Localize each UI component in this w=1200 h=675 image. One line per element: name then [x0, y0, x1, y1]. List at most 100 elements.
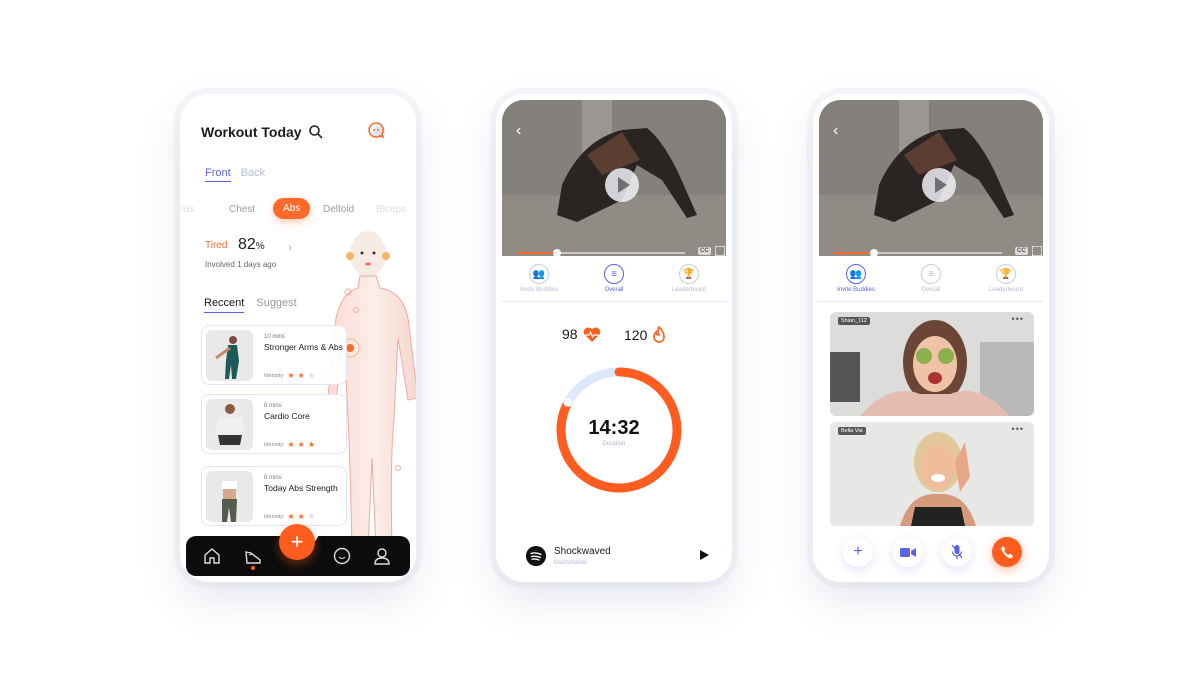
seek-handle[interactable] — [553, 249, 562, 256]
workout-duration: 10 mins — [264, 334, 286, 340]
video-tabs: 👥 Invite Buddies ≡ Overall 🏆 Leaderboard — [502, 260, 726, 302]
workout-card[interactable]: 8 mins Cardio Core Idensity: ★ ★ ★ — [201, 394, 347, 454]
back-button[interactable]: ‹ — [516, 122, 521, 140]
captions-button[interactable]: CC — [698, 247, 711, 255]
tab-back[interactable]: Back — [241, 167, 265, 182]
profile-icon[interactable] — [372, 546, 392, 566]
video-toggle-button[interactable] — [893, 537, 923, 567]
workout-thumbnail — [206, 330, 253, 381]
muscle-trapezius[interactable]: zius — [180, 204, 194, 215]
add-workout-button[interactable]: + — [279, 524, 315, 560]
sneaker-icon[interactable] — [243, 546, 263, 566]
star-icon: ★ — [287, 512, 295, 521]
chat-icon[interactable] — [366, 121, 386, 141]
intensity-rating: Idensity: ★ ★ ★ — [264, 371, 315, 380]
intensity-rating: Idensity: ★ ★ ★ — [264, 440, 315, 449]
smile-icon[interactable] — [332, 546, 352, 566]
captions-button[interactable]: CC — [1015, 247, 1028, 255]
workout-video[interactable]: ‹ CC — [502, 100, 726, 256]
mic-off-icon — [951, 544, 963, 559]
participant-video[interactable]: Bella Via ••• — [830, 422, 1034, 526]
list-icon: ≡ — [604, 264, 624, 284]
involved-text: Involved 1 days ago — [205, 260, 277, 269]
video-seekbar[interactable] — [517, 249, 685, 256]
participant-name: Shian_112 — [838, 317, 870, 325]
end-call-icon — [1001, 546, 1013, 559]
participant-name: Bella Via — [838, 427, 866, 435]
music-player: Shockwaved Mashmallow — [526, 544, 716, 568]
mute-button[interactable] — [942, 537, 972, 567]
chevron-right-icon[interactable]: › — [288, 240, 292, 254]
workout-duration: 8 mins — [264, 475, 282, 481]
trophy-icon: 🏆 — [996, 264, 1016, 284]
tab-front[interactable]: Front — [205, 167, 231, 182]
participant-feed — [830, 312, 1034, 416]
duration-value: 14:32 — [588, 417, 640, 439]
muscle-abs[interactable]: Abs — [273, 198, 311, 219]
workout-card[interactable]: 10 mins Stronger Arms & Abs Idensity: ★ ★ ★ — [201, 325, 347, 385]
end-call-button[interactable] — [992, 537, 1022, 567]
star-icon: ★ — [297, 440, 305, 449]
more-options-icon[interactable]: ••• — [1012, 424, 1024, 434]
tab-invite-buddies[interactable]: 👥 Invite Buddies — [504, 264, 574, 293]
play-button[interactable] — [605, 168, 639, 202]
workout-video[interactable]: ‹ CC — [819, 100, 1043, 256]
active-indicator — [251, 566, 255, 570]
calories: 120 — [624, 326, 666, 343]
star-icon: ★ — [297, 512, 305, 521]
home-icon[interactable] — [202, 546, 222, 566]
workout-title: Cardio Core — [264, 411, 310, 421]
muscle-biceps[interactable]: Biceps — [376, 204, 406, 215]
video-seekbar[interactable] — [834, 249, 1002, 256]
add-participant-button[interactable]: + — [843, 537, 873, 567]
tab-suggest[interactable]: Suggest — [256, 297, 296, 313]
tab-leaderboard[interactable]: 🏆 Leaderboard — [654, 264, 724, 293]
star-icon: ★ — [307, 512, 315, 521]
duration-handle[interactable] — [563, 397, 574, 408]
workout-thumbnail — [206, 399, 253, 450]
track-title: Shockwaved — [554, 546, 611, 557]
list-icon: ≡ — [921, 264, 941, 284]
tab-leaderboard[interactable]: 🏆 Leaderboard — [971, 264, 1041, 293]
participant-video[interactable]: Shian_112 ••• — [830, 312, 1034, 416]
video-tabs: 👥 Invite Buddies ≡ Overall 🏆 Leaderboard — [819, 260, 1043, 302]
star-icon: ★ — [307, 371, 315, 380]
fatigue-label: Tired — [205, 240, 228, 251]
workout-title: Stronger Arms & Abs — [264, 342, 343, 352]
play-button[interactable] — [922, 168, 956, 202]
buddies-screen: ‹ CC 👥 Invite Buddies ≡ Overall 🏆 Leaderboa… — [813, 94, 1049, 582]
track-artist: Mashmallow — [554, 560, 588, 566]
tab-invite-buddies[interactable]: 👥 Invite Buddies — [821, 264, 891, 293]
trophy-icon: 🏆 — [679, 264, 699, 284]
star-icon: ★ — [307, 440, 315, 449]
muscle-deltoid[interactable]: Deltoid — [323, 204, 354, 215]
duration-label: Duration — [602, 441, 626, 447]
star-icon: ★ — [287, 440, 295, 449]
tab-overall[interactable]: ≡ Overall — [896, 264, 966, 293]
back-button[interactable]: ‹ — [833, 122, 838, 140]
tab-overall[interactable]: ≡ Overall — [579, 264, 649, 293]
workout-title: Today Abs Strength — [264, 483, 338, 493]
tab-recent[interactable]: Reccent — [204, 297, 245, 313]
muscle-chest[interactable]: Chest — [229, 204, 255, 215]
flame-icon — [653, 326, 666, 343]
workout-screen: Workout Today Front Back zius Chest Abs … — [180, 94, 416, 582]
seek-handle[interactable] — [870, 249, 879, 256]
participant-feed — [830, 422, 1034, 526]
star-icon: ★ — [287, 371, 295, 380]
star-icon: ★ — [297, 371, 305, 380]
workout-card[interactable]: 8 mins Today Abs Strength Idensity: ★ ★ ★ — [201, 466, 347, 526]
search-icon[interactable] — [308, 124, 324, 140]
buddies-icon: 👥 — [846, 264, 866, 284]
seek-progress — [517, 252, 558, 254]
intensity-rating: Idensity: ★ ★ ★ — [264, 512, 315, 521]
muscle-selector: zius Chest Abs Deltoid Biceps — [180, 198, 416, 222]
fullscreen-icon[interactable] — [1032, 246, 1042, 256]
music-play-button[interactable] — [700, 550, 709, 560]
buddies-icon: 👥 — [529, 264, 549, 284]
workout-duration: 8 mins — [264, 403, 282, 409]
heart-icon — [583, 326, 600, 342]
video-icon — [900, 547, 916, 557]
fullscreen-icon[interactable] — [715, 246, 725, 256]
more-options-icon[interactable]: ••• — [1012, 314, 1024, 324]
